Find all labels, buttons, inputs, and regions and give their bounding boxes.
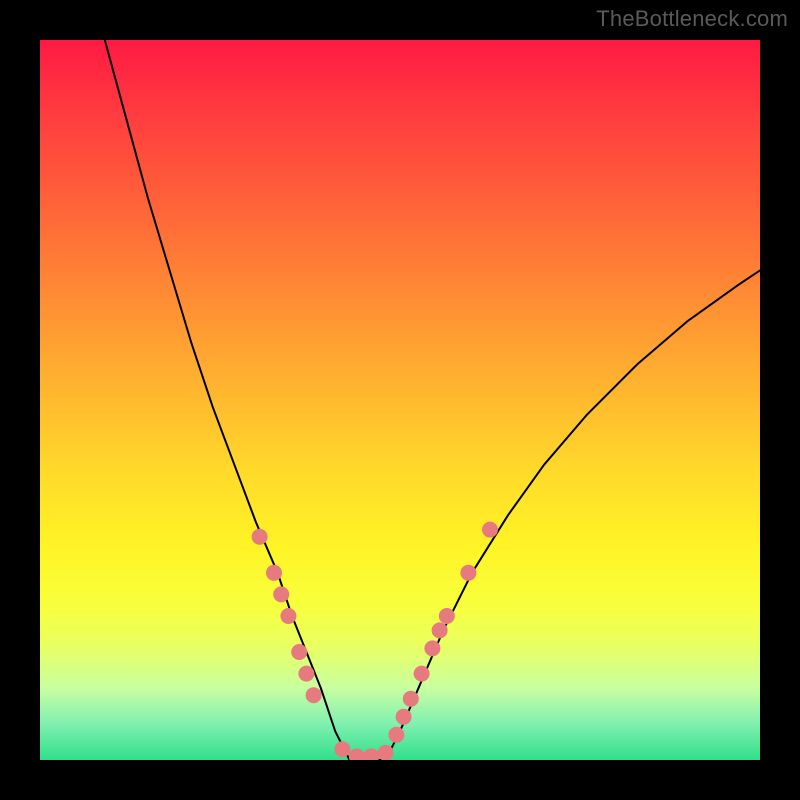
marker-point [252,529,268,545]
marker-point [349,748,365,760]
plot-area [40,40,760,760]
marker-point [482,522,498,538]
marker-point [424,640,440,656]
marker-point [403,691,419,707]
series-left-curve [105,40,350,760]
marker-point [396,709,412,725]
marker-point [280,608,296,624]
marker-point [273,586,289,602]
marker-point [388,727,404,743]
series-markers [252,522,498,760]
marker-point [266,565,282,581]
marker-point [439,608,455,624]
marker-point [432,622,448,638]
chart-frame: TheBottleneck.com [0,0,800,800]
chart-svg [40,40,760,760]
marker-point [334,741,350,757]
marker-point [363,748,379,760]
watermark-text: TheBottleneck.com [596,6,788,32]
marker-point [298,666,314,682]
marker-point [460,565,476,581]
marker-point [291,644,307,660]
marker-point [414,666,430,682]
marker-point [306,687,322,703]
series-right-curve [386,270,760,760]
